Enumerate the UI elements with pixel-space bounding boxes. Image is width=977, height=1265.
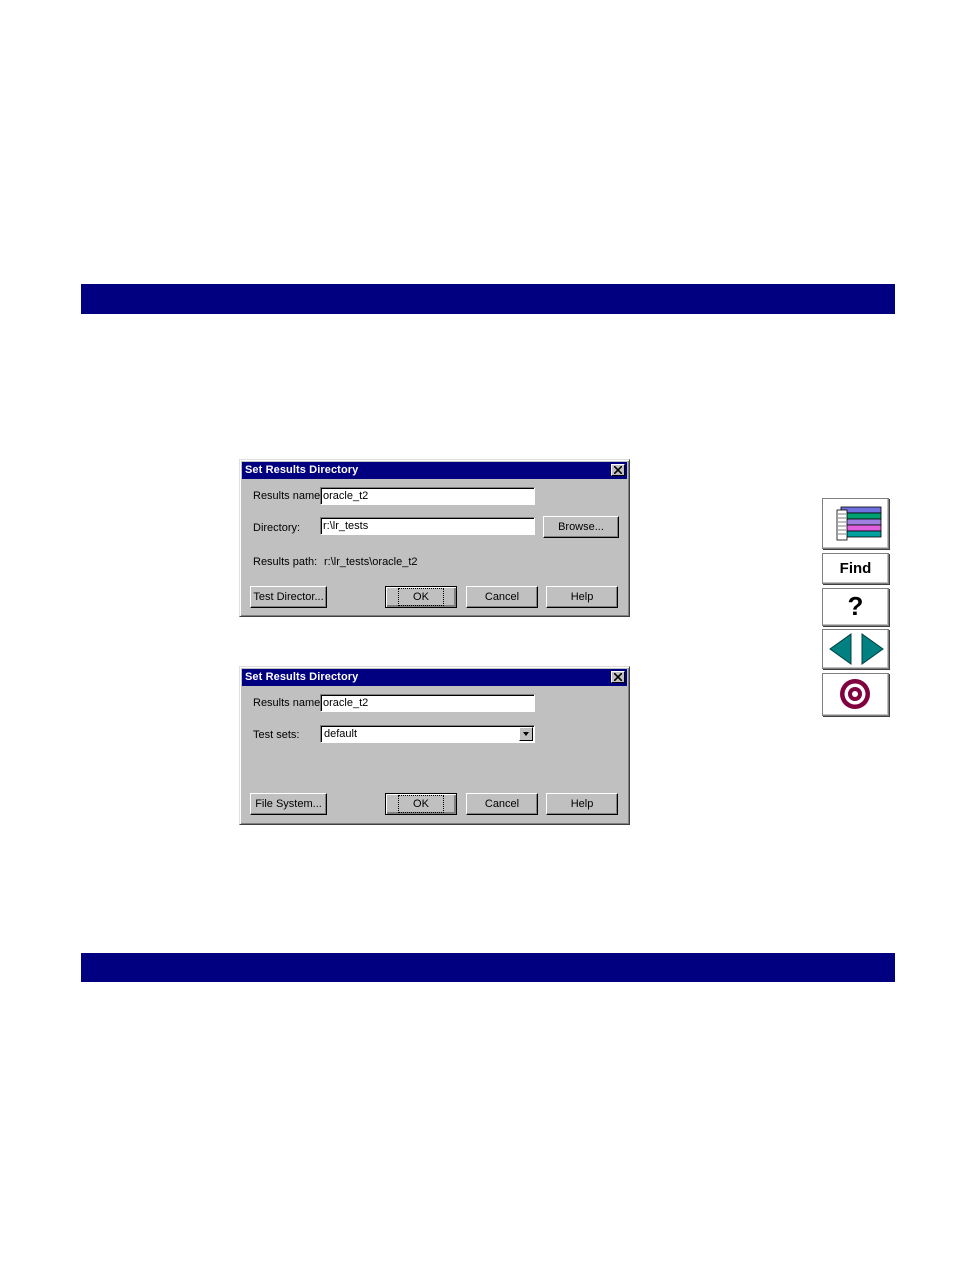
ok-button[interactable]: OK <box>385 586 457 608</box>
header-band <box>81 284 895 314</box>
books-icon <box>836 506 882 541</box>
results-name-input[interactable] <box>320 694 535 712</box>
browse-button[interactable]: Browse... <box>543 516 619 538</box>
chevron-down-icon <box>523 732 529 736</box>
help-icon: ? <box>847 591 864 621</box>
dialog-title: Set Results Directory <box>245 671 359 683</box>
target-icon <box>840 679 870 709</box>
ok-button-label: OK <box>398 795 444 813</box>
dialog-titlebar: Set Results Directory <box>242 669 627 686</box>
close-button[interactable] <box>611 671 625 683</box>
results-path-label: Results path: <box>253 556 318 568</box>
ok-button[interactable]: OK <box>385 793 457 815</box>
file-system-button[interactable]: File System... <box>250 793 327 815</box>
close-icon <box>614 466 622 474</box>
help-button[interactable]: Help <box>546 793 618 815</box>
set-results-directory-dialog: Set Results Directory Results name: Dire… <box>239 459 630 617</box>
back-arrow-icon[interactable] <box>825 630 857 668</box>
test-director-button[interactable]: Test Director... <box>250 586 327 608</box>
help-button[interactable]: Help <box>546 586 618 608</box>
books-nav-button[interactable] <box>822 498 889 549</box>
results-name-label: Results name: <box>253 697 324 709</box>
forward-arrow-icon[interactable] <box>857 630 889 668</box>
set-results-directory-dialog-test-director: Set Results Directory Results name: Test… <box>239 666 630 825</box>
results-name-label: Results name: <box>253 490 324 502</box>
ok-button-label: OK <box>398 588 444 606</box>
dropdown-arrow-button[interactable] <box>519 727 533 741</box>
close-button[interactable] <box>611 464 625 476</box>
results-name-input[interactable] <box>320 487 535 505</box>
close-icon <box>614 673 622 681</box>
target-nav-button[interactable] <box>822 673 889 716</box>
footer-band <box>81 953 895 982</box>
directory-input[interactable] <box>320 517 535 535</box>
help-nav-button[interactable]: ? <box>822 588 889 626</box>
find-nav-button[interactable]: Find <box>822 553 889 584</box>
cancel-button[interactable]: Cancel <box>466 586 538 608</box>
results-path-value: r:\lr_tests\oracle_t2 <box>324 556 418 568</box>
test-sets-value: default <box>324 728 358 740</box>
find-icon: Find <box>839 560 872 577</box>
directory-label: Directory: <box>253 522 301 534</box>
test-sets-dropdown[interactable]: default <box>320 725 535 743</box>
cancel-button[interactable]: Cancel <box>466 793 538 815</box>
dialog-title: Set Results Directory <box>245 464 359 476</box>
test-sets-label: Test sets: <box>253 729 300 741</box>
page-arrows-nav <box>822 629 889 669</box>
dialog-titlebar: Set Results Directory <box>242 462 627 479</box>
